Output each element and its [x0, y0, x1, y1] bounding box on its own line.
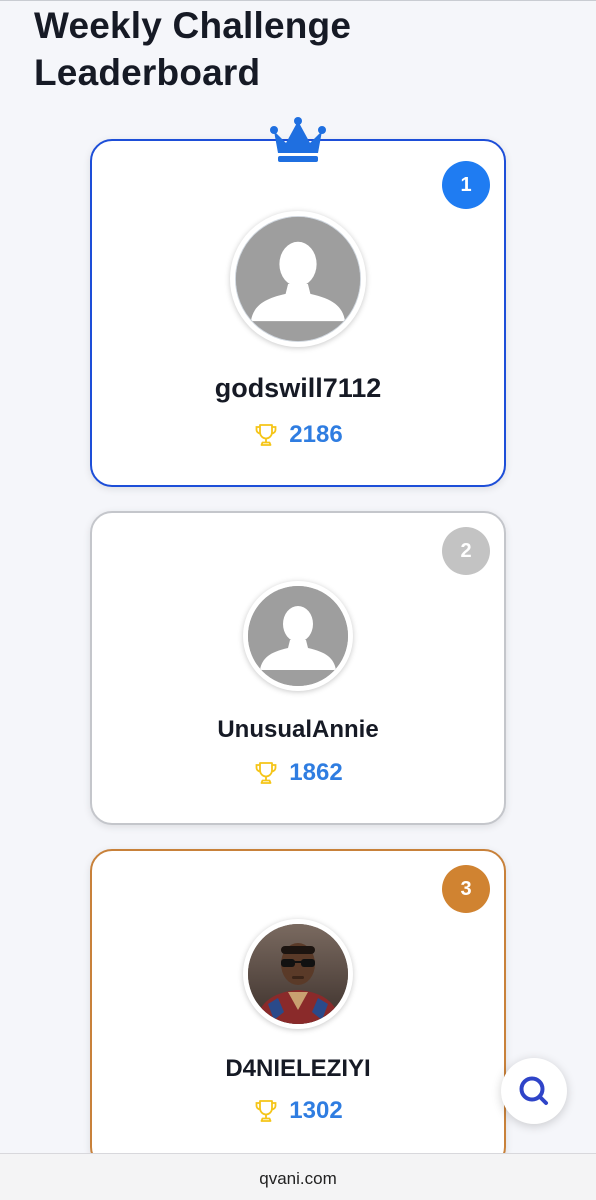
score-row: 1302	[92, 1097, 504, 1125]
search-icon	[519, 1076, 548, 1105]
trophy-icon	[255, 762, 277, 784]
top-divider	[0, 0, 596, 1]
rank-badge: 2	[442, 527, 490, 575]
rank-badge: 3	[442, 865, 490, 913]
username: godswill7112	[214, 373, 382, 403]
username: D4NIELEZIYI	[225, 1055, 371, 1082]
leaderboard-card-rank-3[interactable]: 3 D4NIELEZIYI 1302	[90, 849, 506, 1169]
avatar[interactable]	[243, 581, 353, 691]
leaderboard-card-rank-1[interactable]: 1 godswill7112 2186	[90, 117, 506, 487]
avatar[interactable]	[243, 919, 353, 1029]
default-avatar-icon	[248, 586, 348, 686]
score-row: 1862	[92, 759, 504, 787]
avatar[interactable]	[230, 211, 366, 347]
search-fab-button[interactable]	[501, 1058, 567, 1124]
url-text: qvani.com	[259, 1169, 337, 1188]
trophy-icon	[255, 424, 277, 446]
score: 1302	[289, 1097, 343, 1124]
score: 2186	[289, 421, 343, 448]
page-title: Weekly Challenge Leaderboard	[34, 5, 352, 93]
default-avatar-icon	[236, 217, 360, 341]
rank-badge: 1	[442, 161, 490, 209]
crown-icon	[270, 117, 326, 162]
username: UnusualAnnie	[217, 716, 379, 743]
profile-photo	[248, 924, 348, 1024]
score: 1862	[289, 759, 343, 786]
browser-url-bar[interactable]: qvani.com	[0, 1153, 596, 1200]
leaderboard-card-rank-2[interactable]: 2 UnusualAnnie 1862	[90, 511, 506, 825]
score-row: 2186	[92, 421, 504, 449]
trophy-icon	[255, 1100, 277, 1122]
